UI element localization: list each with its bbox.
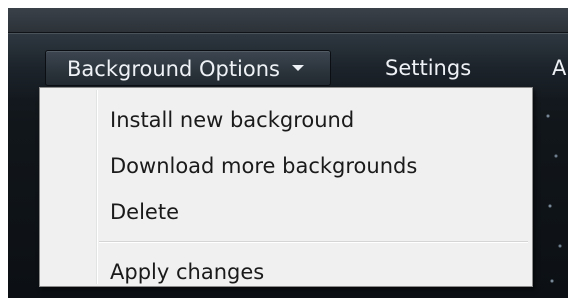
background-pattern xyxy=(542,96,568,296)
menu-item-apply-changes[interactable]: Apply changes xyxy=(110,252,264,292)
menu-separator xyxy=(99,241,528,243)
menu-apply-label: A xyxy=(552,56,567,80)
menu-background-options-label: Background Options xyxy=(67,57,280,81)
menu-icon-gutter xyxy=(96,90,98,284)
menu-item-download-more-backgrounds[interactable]: Download more backgrounds xyxy=(110,146,417,186)
menu-item-install-new-background[interactable]: Install new background xyxy=(110,100,354,140)
chevron-down-icon xyxy=(291,65,304,71)
menu-item-delete[interactable]: Delete xyxy=(110,192,179,232)
menu-settings-label: Settings xyxy=(385,56,472,80)
menu-background-options[interactable]: Background Options xyxy=(45,50,331,86)
menu-settings[interactable]: Settings xyxy=(385,50,471,86)
title-bar xyxy=(8,8,568,33)
background-options-dropdown: Install new background Download more bac… xyxy=(39,87,533,287)
menu-apply-truncated[interactable]: A xyxy=(552,50,566,86)
